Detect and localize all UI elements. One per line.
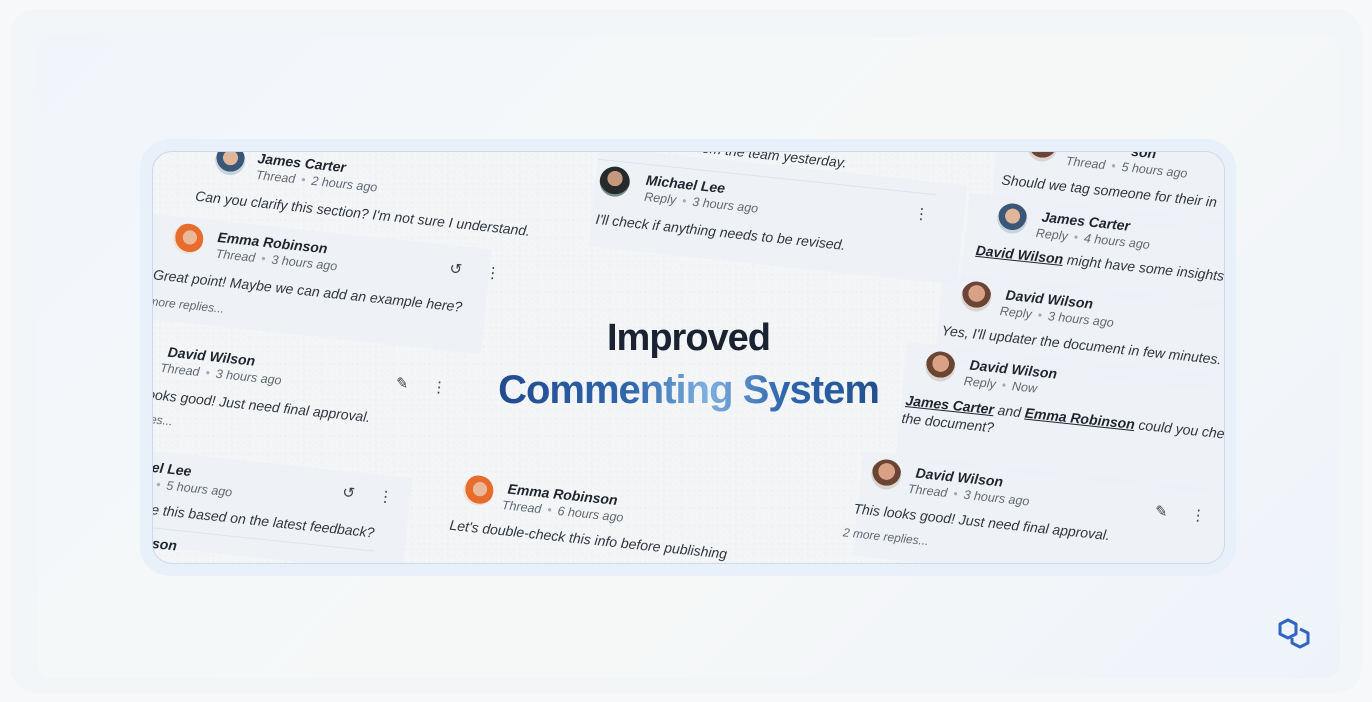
undo-icon[interactable]: ↺ (341, 483, 355, 502)
undo-icon[interactable]: ↺ (449, 259, 463, 278)
logo-icon (1278, 618, 1310, 649)
comment-check-icon[interactable]: ✎ (1154, 502, 1168, 521)
headline-line-1: Improved (606, 317, 771, 359)
more-vertical-icon[interactable]: ⋮ (377, 487, 394, 506)
comment-author: son (152, 535, 178, 554)
showcase-card: James Carter Thread • 2 hours ago Can you … (152, 151, 1225, 564)
more-vertical-icon[interactable]: ⋮ (1190, 506, 1207, 525)
headline-line-2: Commenting System (498, 368, 880, 412)
more-replies-link[interactable]: lies... (153, 412, 173, 429)
more-vertical-icon[interactable]: ⋮ (484, 263, 501, 282)
more-vertical-icon[interactable]: ⋮ (913, 204, 930, 223)
